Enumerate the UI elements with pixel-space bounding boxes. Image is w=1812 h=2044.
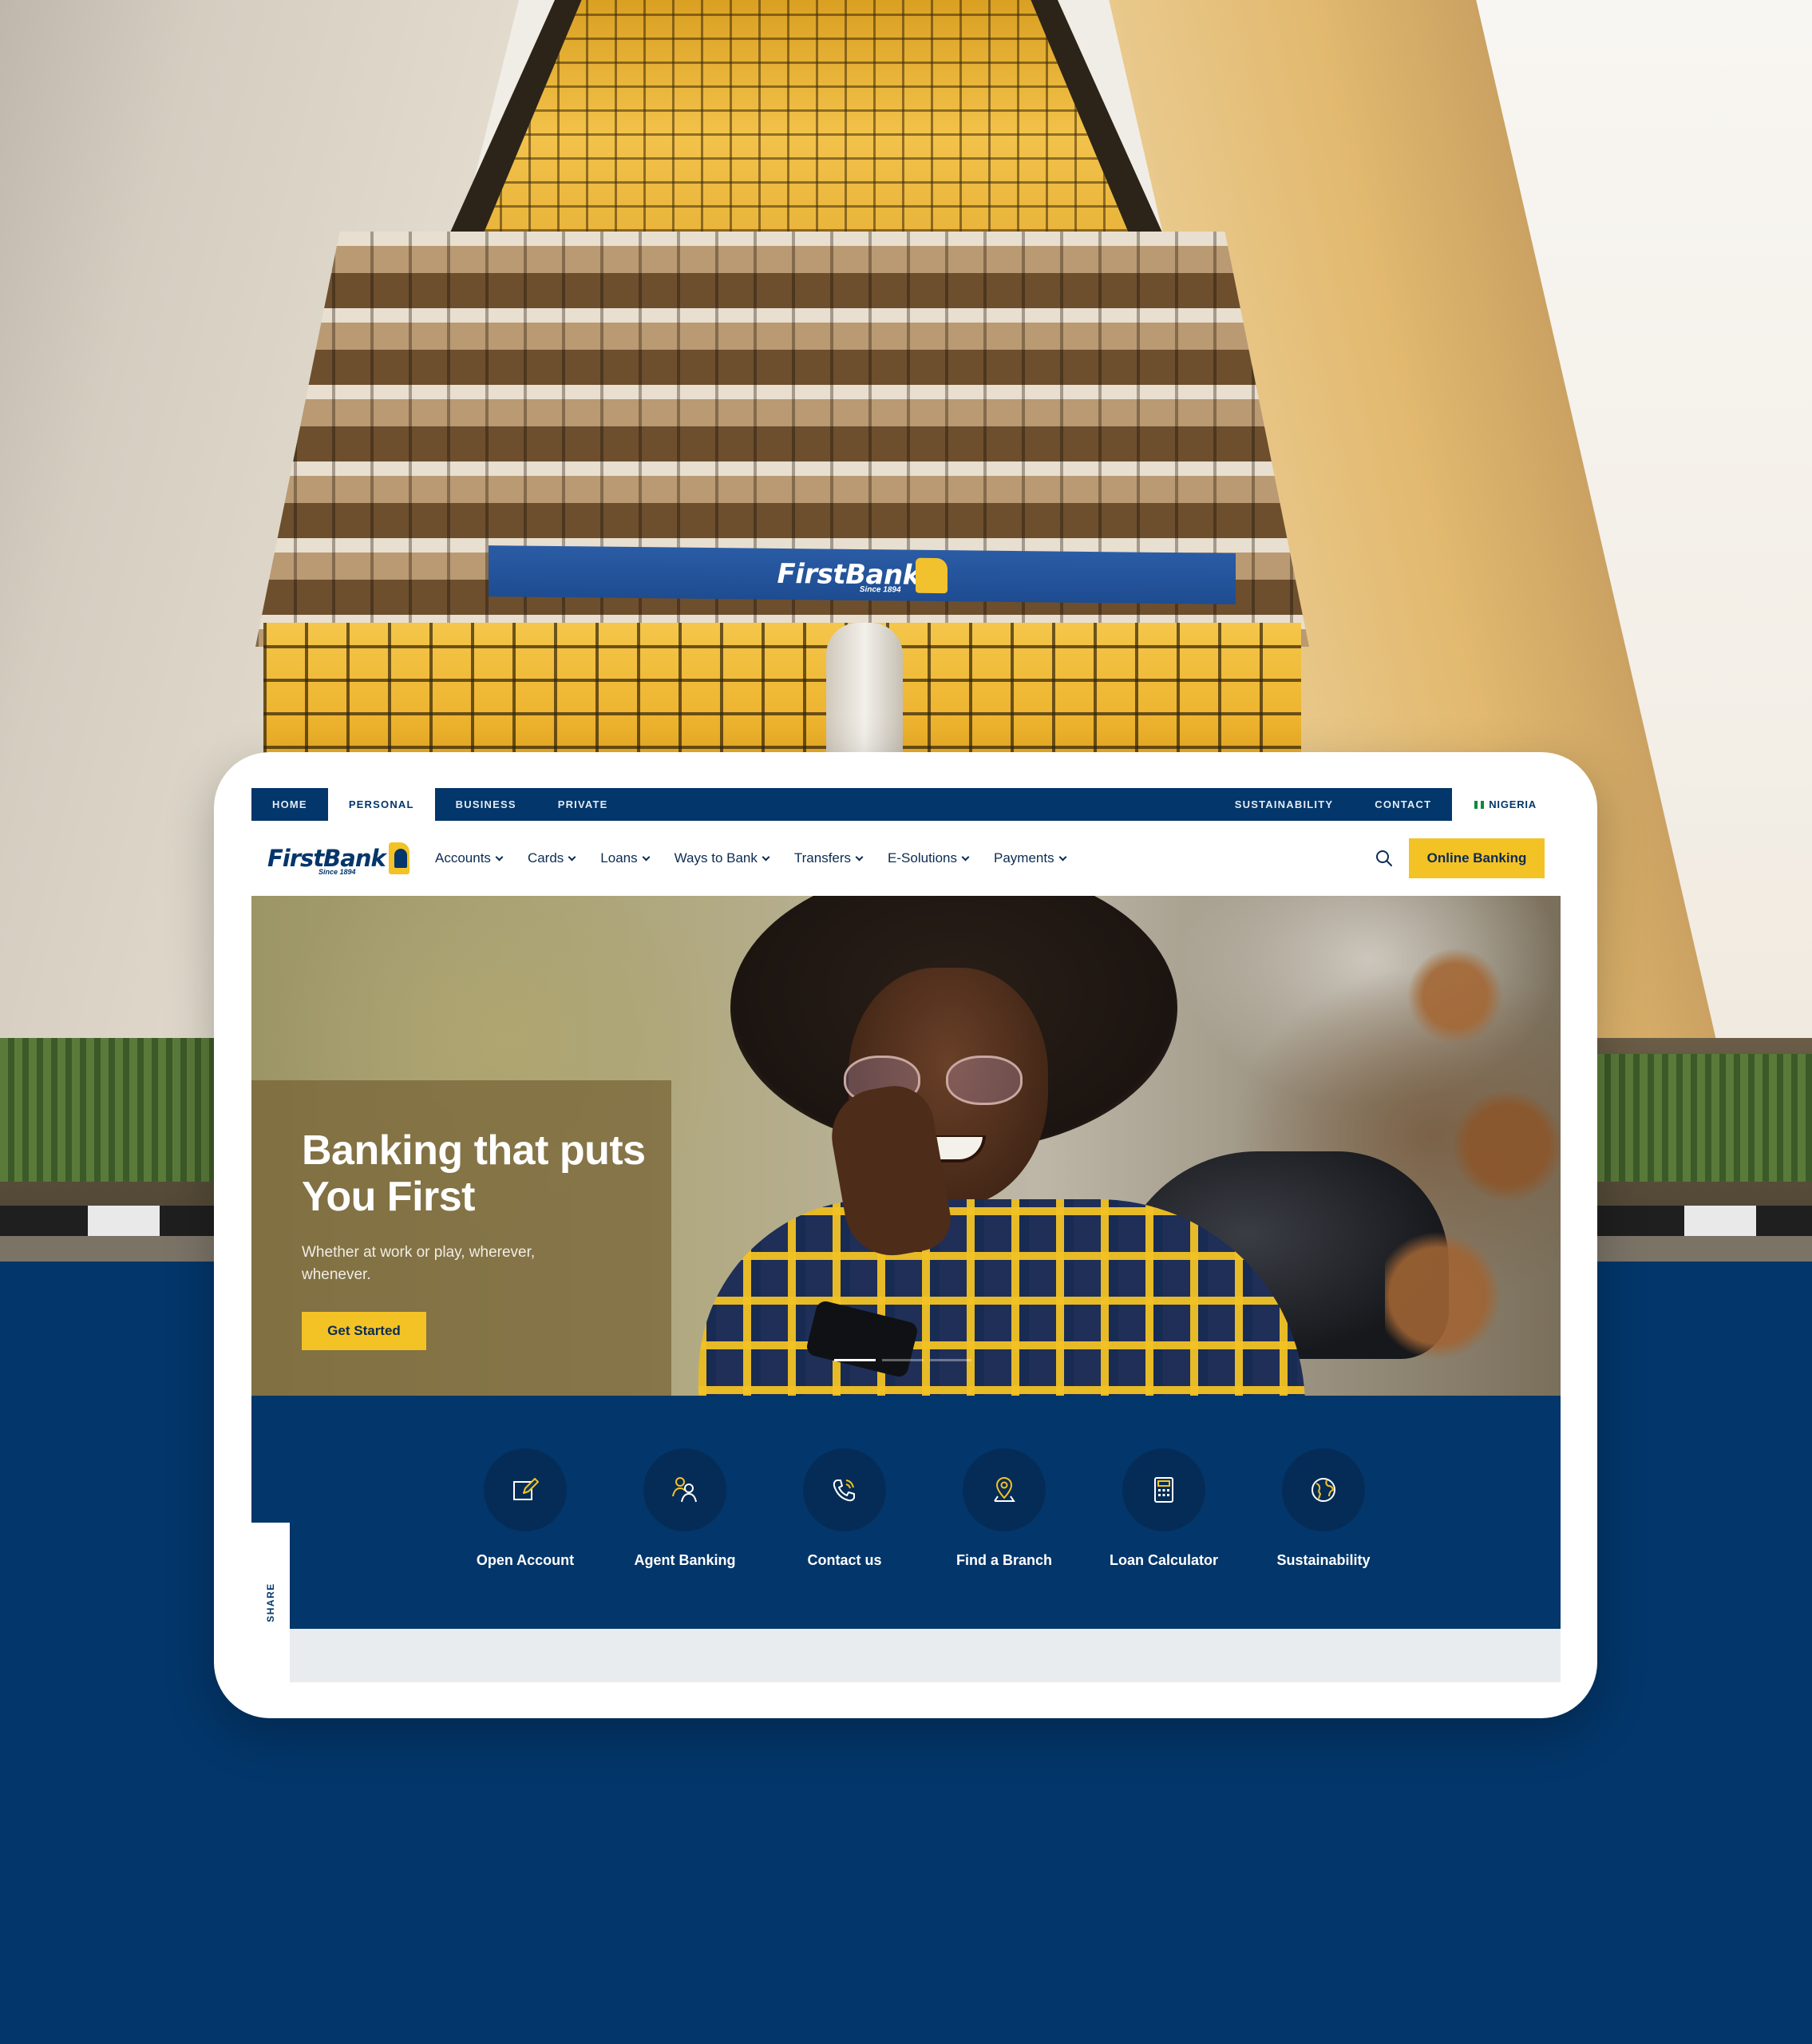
- hero-title: Banking that puts You First: [302, 1127, 646, 1220]
- tab-private[interactable]: PRIVATE: [537, 788, 629, 821]
- chevron-down-icon: [961, 853, 970, 861]
- country-selector[interactable]: NIGERIA: [1452, 788, 1561, 821]
- nav-payments[interactable]: Payments: [993, 850, 1067, 866]
- quick-link-sustainability[interactable]: Sustainability: [1244, 1448, 1403, 1569]
- tab-personal[interactable]: PERSONAL: [327, 788, 435, 821]
- quick-link-label: Open Account: [476, 1552, 575, 1568]
- quick-link-circle: [1282, 1448, 1365, 1531]
- nav-label: Loans: [600, 850, 638, 866]
- hero-text-panel: Banking that puts You First Whether at w…: [251, 1080, 671, 1396]
- main-navigation: FirstBank Since 1894 Accounts Cards Loan…: [251, 821, 1561, 896]
- country-label: NIGERIA: [1489, 798, 1537, 810]
- nav-cards[interactable]: Cards: [527, 850, 576, 866]
- quick-link-label: Find a Branch: [955, 1552, 1052, 1568]
- nav-label: Ways to Bank: [674, 850, 758, 866]
- hero-banner: Banking that puts You First Whether at w…: [251, 896, 1561, 1396]
- quick-links-list: Open Account Agent Banking Contact us Fi…: [445, 1448, 1403, 1569]
- elephant-logo-icon: [915, 557, 948, 594]
- calculator-icon: [1154, 1477, 1173, 1503]
- nav-loans[interactable]: Loans: [600, 850, 651, 866]
- contact-link[interactable]: CONTACT: [1354, 788, 1452, 821]
- hedge-right: [1596, 1054, 1812, 1182]
- quick-links-section: Open Account Agent Banking Contact us Fi…: [251, 1396, 1561, 1629]
- quick-link-open-account[interactable]: Open Account: [445, 1448, 605, 1569]
- quick-link-label: Loan Calculator: [1109, 1552, 1219, 1568]
- quick-link-loan-calculator[interactable]: Loan Calculator: [1084, 1448, 1244, 1569]
- logo-tagline: Since 1894: [318, 868, 356, 876]
- building-sign-tagline: Since 1894: [859, 584, 901, 595]
- get-started-button[interactable]: Get Started: [302, 1312, 426, 1350]
- footer-strip: [290, 1629, 1561, 1682]
- carousel-dot[interactable]: [834, 1359, 876, 1361]
- chevron-down-icon: [762, 853, 770, 861]
- location-pin-icon: [994, 1477, 1015, 1502]
- users-icon: [672, 1477, 697, 1503]
- tab-business[interactable]: BUSINESS: [435, 788, 537, 821]
- share-label: SHARE: [265, 1583, 277, 1622]
- chevron-down-icon: [568, 853, 576, 861]
- online-banking-button[interactable]: Online Banking: [1409, 838, 1545, 878]
- device-frame: HOME PERSONAL BUSINESS PRIVATE SUSTAINAB…: [214, 752, 1597, 1718]
- sustainability-link[interactable]: SUSTAINABILITY: [1214, 788, 1354, 821]
- nav-label: Cards: [527, 850, 564, 866]
- carousel-dot[interactable]: [882, 1359, 924, 1361]
- quick-link-label: Contact us: [807, 1552, 882, 1568]
- top-utility-bar: HOME PERSONAL BUSINESS PRIVATE SUSTAINAB…: [251, 788, 1561, 821]
- quick-link-circle: [1122, 1448, 1205, 1531]
- quick-link-circle: [803, 1448, 886, 1531]
- quick-link-label: Agent Banking: [634, 1552, 736, 1568]
- search-icon: [1376, 850, 1392, 866]
- quick-link-find-a-branch[interactable]: Find a Branch: [924, 1448, 1084, 1569]
- nav-e-solutions[interactable]: E-Solutions: [888, 850, 970, 866]
- nav-transfers[interactable]: Transfers: [793, 850, 864, 866]
- nav-accounts[interactable]: Accounts: [435, 850, 504, 866]
- tower-glass-facade: [484, 0, 1129, 232]
- quick-link-contact-us[interactable]: Contact us: [765, 1448, 924, 1569]
- chevron-down-icon: [855, 853, 864, 861]
- carousel-indicators: [834, 1359, 971, 1361]
- nav-label: Accounts: [435, 850, 491, 866]
- building-sign: FirstBank Since 1894: [489, 545, 1236, 604]
- phone-icon: [833, 1480, 855, 1502]
- quick-link-circle: [963, 1448, 1046, 1531]
- quick-link-circle: [643, 1448, 726, 1531]
- globe-icon: [1312, 1478, 1335, 1502]
- nav-ways-to-bank[interactable]: Ways to Bank: [674, 850, 770, 866]
- nav-label: Transfers: [793, 850, 852, 866]
- background-foliage: [1385, 896, 1561, 1396]
- edit-icon: [513, 1478, 539, 1500]
- chevron-down-icon: [495, 853, 504, 861]
- hedge-left: [0, 1038, 216, 1182]
- carousel-dot[interactable]: [930, 1359, 971, 1361]
- nav-label: Payments: [993, 850, 1054, 866]
- share-button[interactable]: SHARE: [251, 1523, 290, 1682]
- hero-subtitle: Whether at work or play, wherever, whene…: [302, 1244, 536, 1283]
- nav-label: E-Solutions: [888, 850, 957, 866]
- tab-home[interactable]: HOME: [251, 788, 328, 821]
- search-button[interactable]: [1371, 845, 1398, 872]
- quick-link-agent-banking[interactable]: Agent Banking: [605, 1448, 765, 1569]
- elephant-icon: [388, 842, 409, 874]
- chevron-down-icon: [642, 853, 651, 861]
- firstbank-logo[interactable]: FirstBank Since 1894: [267, 834, 409, 882]
- website-screen: HOME PERSONAL BUSINESS PRIVATE SUSTAINAB…: [251, 788, 1561, 1682]
- quick-link-label: Sustainability: [1276, 1552, 1371, 1568]
- chevron-down-icon: [1058, 853, 1067, 861]
- nigeria-flag-icon: [1474, 800, 1485, 809]
- quick-link-circle: [484, 1448, 567, 1531]
